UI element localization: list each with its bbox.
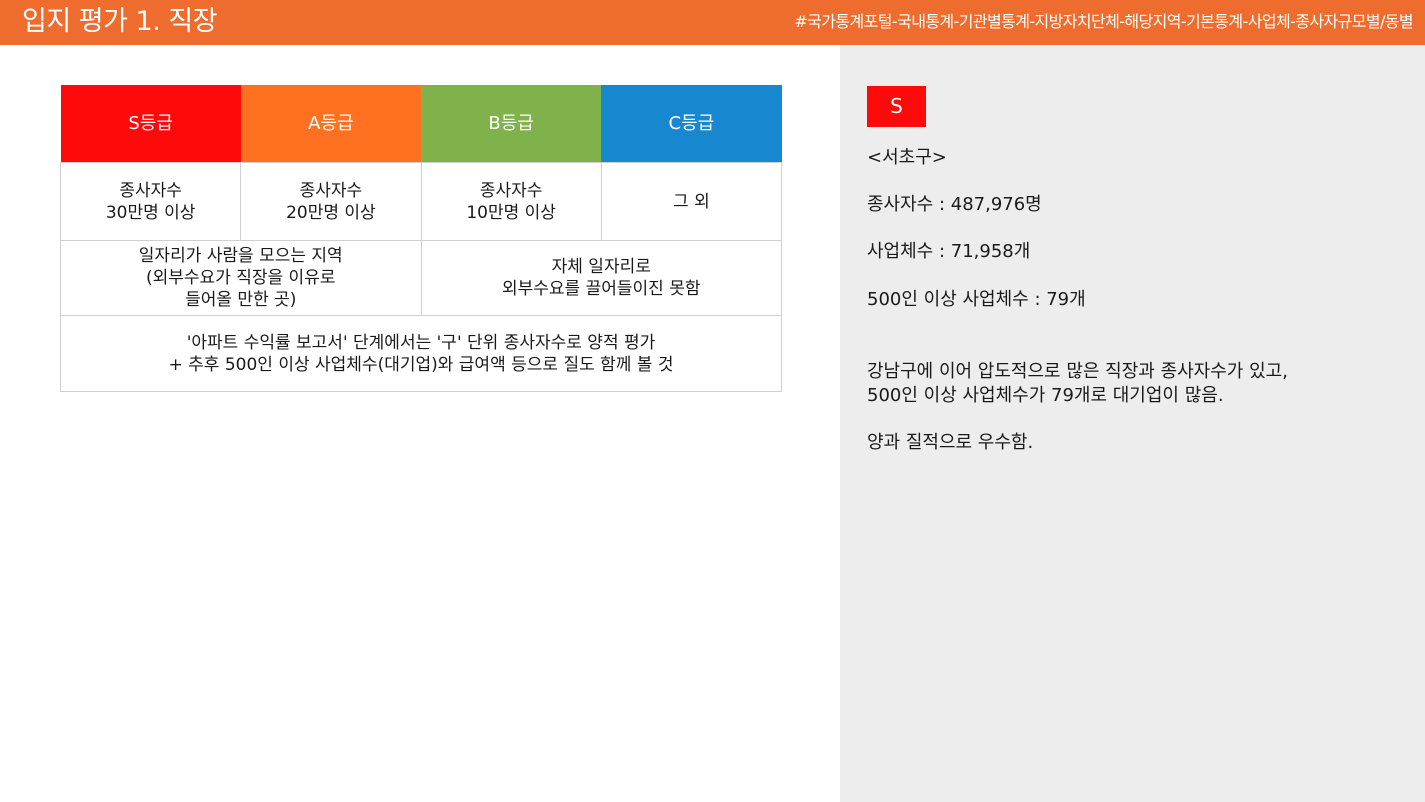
criteria-c: 그 외 — [600, 162, 783, 241]
header-bar: 입지 평가 1. 직장 #국가통계포털-국내통계-기관별통계-지방자치단체-해당… — [0, 0, 1425, 45]
table-note-line2: + 추후 500인 이상 사업체수(대기업)와 급여액 등으로 질도 함께 볼 … — [168, 354, 674, 375]
description-low: 자체 일자리로 외부수요를 끌어들이진 못함 — [420, 240, 782, 316]
criteria-b-line2: 10만명 이상 — [466, 202, 556, 223]
description-low-line1: 자체 일자리로 — [551, 257, 651, 277]
grade-header-s: S등급 — [60, 85, 241, 163]
criteria-s: 종사자수 30만명 이상 — [59, 162, 242, 241]
description-high-line1: 일자리가 사람을 모으는 지역 — [138, 246, 343, 266]
criteria-s-line2: 30만명 이상 — [105, 202, 196, 223]
page-title: 입지 평가 1. 직장 — [22, 6, 218, 37]
source-path: #국가통계포털-국내통계-기관별통계-지방자치단체-해당지역-기본통계-사업체-… — [794, 12, 1413, 31]
employee-count: 종사자수 : 487,976명 — [867, 194, 1042, 215]
table-note: '아파트 수익률 보고서' 단계에서는 '구' 단위 종사자수로 양적 평가 +… — [60, 315, 782, 392]
grade-header-c: C등급 — [601, 85, 782, 163]
business-count: 사업체수 : 71,958개 — [867, 241, 1031, 262]
district-name: <서초구> — [867, 147, 947, 168]
grade-header-b: B등급 — [421, 85, 602, 163]
criteria-a: 종사자수 20만명 이상 — [240, 162, 422, 241]
criteria-a-line2: 20만명 이상 — [286, 202, 376, 223]
criteria-a-line1: 종사자수 — [299, 180, 363, 201]
conclusion-text: 양과 질적으로 우수함. — [867, 432, 1034, 453]
description-high-line2: (외부수요가 직장을 이유로 — [146, 268, 336, 288]
criteria-b: 종사자수 10만명 이상 — [420, 162, 602, 241]
criteria-b-line1: 종사자수 — [479, 180, 543, 201]
grade-table: S등급 A등급 B등급 C등급 종사자수 30만명 이상 종사자수 20만명 이… — [59, 85, 783, 392]
criteria-s-line1: 종사자수 — [119, 180, 182, 201]
description-low-line2: 외부수요를 끌어들이진 못함 — [502, 279, 701, 299]
table-note-line1: '아파트 수익률 보고서' 단계에서는 '구' 단위 종사자수로 양적 평가 — [186, 332, 656, 353]
description-high-line3: 들어올 만한 곳) — [185, 290, 297, 310]
grade-badge: S — [867, 86, 926, 127]
summary-line1: 강남구에 이어 압도적으로 많은 직장과 종사자수가 있고, — [867, 361, 1288, 382]
criteria-c-line1: 그 외 — [673, 191, 710, 212]
description-high: 일자리가 사람을 모으는 지역 (외부수요가 직장을 이유로 들어올 만한 곳) — [60, 240, 422, 316]
summary-line2: 500인 이상 사업체수가 79개로 대기업이 많음. — [867, 385, 1224, 406]
grade-header-a: A등급 — [240, 85, 421, 163]
large-business-count: 500인 이상 사업체수 : 79개 — [867, 289, 1086, 310]
